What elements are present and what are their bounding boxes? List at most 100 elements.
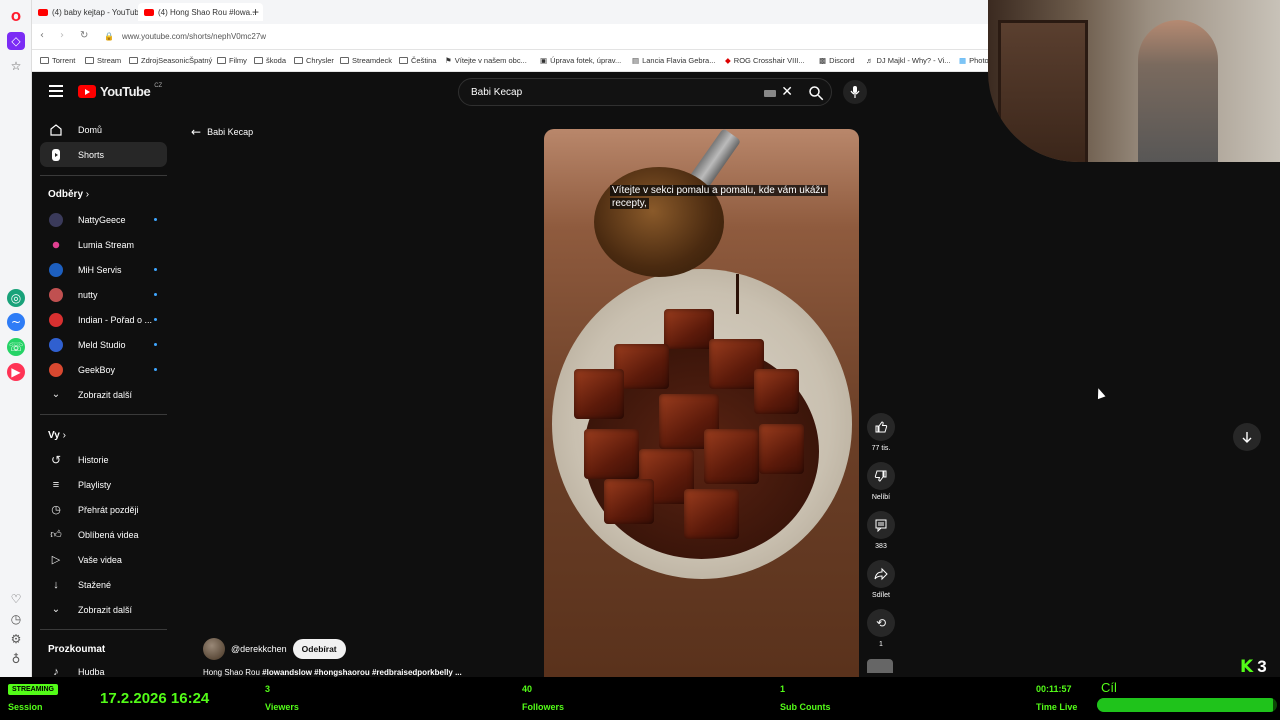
- opera-logo-icon[interactable]: O: [7, 8, 25, 26]
- playlist-icon: ≡: [52, 478, 60, 491]
- chatgpt-icon[interactable]: ◎: [7, 289, 25, 307]
- sidebar-item-downloads[interactable]: ↓ Stažené: [40, 572, 167, 597]
- share-icon[interactable]: [867, 560, 895, 588]
- bookmark[interactable]: Torrent: [40, 56, 75, 65]
- video-frame-pork: [574, 369, 624, 419]
- history-icon[interactable]: ◷: [7, 610, 25, 628]
- whatsapp-icon[interactable]: ☏: [7, 338, 25, 356]
- sidebar-item-watch-later[interactable]: ◷ Přehrát později: [40, 497, 167, 522]
- remix-icon[interactable]: ⟲: [867, 609, 895, 637]
- sidebar-item-home[interactable]: Domů: [40, 117, 167, 142]
- back-button[interactable]: ← Babi Kecap: [191, 125, 253, 139]
- sidebar-item-liked[interactable]: 👍︎ Oblíbená videa: [40, 522, 167, 547]
- dislike-action[interactable]: Nelíbí: [867, 462, 895, 501]
- video-icon: ▷: [51, 554, 61, 566]
- channel-name[interactable]: @derekkchen: [231, 644, 287, 654]
- bookmark[interactable]: Čeština: [399, 56, 436, 65]
- bookmark[interactable]: ◆ ROG Crosshair VIII...: [725, 56, 805, 65]
- clear-search-icon[interactable]: ✕: [781, 84, 793, 100]
- pinboard-icon[interactable]: ☆: [7, 57, 25, 75]
- next-short-button[interactable]: [1233, 423, 1261, 451]
- workspace-icon[interactable]: ◇: [7, 32, 25, 50]
- followers-value: 40: [522, 684, 533, 694]
- comment-icon[interactable]: [867, 511, 895, 539]
- search-icon[interactable]: [807, 84, 825, 102]
- webcam-streamer: [1138, 20, 1218, 162]
- comment-action[interactable]: 383: [867, 511, 895, 550]
- sidebar-sub-mih[interactable]: MiH Servis: [40, 257, 167, 282]
- tab-baby-kejtap[interactable]: (4) baby kejtap - YouTube: [32, 3, 149, 21]
- you-header[interactable]: Vy ›: [48, 430, 66, 441]
- divider: [40, 175, 167, 176]
- settings-icon[interactable]: ⚙: [7, 630, 25, 648]
- search-box[interactable]: Babi Kecap ✕: [458, 78, 832, 106]
- keyboard-icon[interactable]: [764, 90, 776, 97]
- messenger-icon[interactable]: ~: [7, 313, 25, 331]
- divider: [40, 629, 167, 630]
- show-more-subscriptions[interactable]: ⌄ Zobrazit další: [40, 382, 167, 407]
- time-live-value: 00:11:57: [1036, 684, 1072, 694]
- back-arrow-icon[interactable]: ‹: [40, 30, 44, 41]
- subscriptions-header[interactable]: Odběry ›: [48, 189, 89, 200]
- bookmark[interactable]: ▣ Úprava fotek, úprav...: [540, 56, 621, 65]
- new-tab-button[interactable]: +: [246, 3, 265, 21]
- thumb-up-icon[interactable]: [867, 413, 895, 441]
- bookmark[interactable]: ♬ DJ Majkl - Why? - Vi...: [866, 56, 951, 65]
- folder-icon: [40, 57, 49, 64]
- shorts-video-player[interactable]: Vítejte v sekci pomalu a pomalu, kde vám…: [544, 129, 859, 677]
- sound-thumbnail-icon: [867, 659, 893, 673]
- video-frame-pork: [704, 429, 759, 484]
- bookmark[interactable]: ▦ Photo: [959, 56, 989, 65]
- bookmark[interactable]: Chrysler: [294, 56, 334, 65]
- thumb-down-icon[interactable]: [867, 462, 895, 490]
- sidebar-sub-lumia[interactable]: Lumia Stream: [40, 232, 167, 257]
- heart-icon[interactable]: ♡: [7, 590, 25, 608]
- menu-icon[interactable]: [49, 85, 63, 97]
- history-icon: ↺: [50, 452, 62, 467]
- youtube-logo[interactable]: YouTube CZ: [78, 83, 162, 99]
- sidebar-item-playlists[interactable]: ≡ Playlisty: [40, 472, 167, 497]
- sidebar-sub-nattygeece[interactable]: NattyGeece: [40, 207, 167, 232]
- sidebar-item-music[interactable]: ♪ Hudba: [40, 659, 167, 678]
- subscribe-button[interactable]: Odebírat: [292, 639, 346, 659]
- sound-thumbnail[interactable]: [867, 659, 895, 673]
- video-frame-pork: [584, 429, 639, 479]
- sidebar-sub-geekboy[interactable]: GeekBoy: [40, 357, 167, 382]
- channel-avatar[interactable]: [203, 638, 225, 660]
- video-title[interactable]: Hong Shao Rou #lowandslow #hongshaorou #…: [203, 668, 462, 677]
- bookmark[interactable]: Stream: [85, 56, 121, 65]
- video-frame-pork: [754, 369, 799, 414]
- share-action[interactable]: Sdílet: [867, 560, 895, 599]
- forward-arrow-icon[interactable]: ›: [60, 30, 64, 41]
- remix-action[interactable]: ⟲ 1: [867, 609, 895, 648]
- arrow-down-icon: [1242, 432, 1252, 443]
- bookmark[interactable]: Filmy: [217, 56, 247, 65]
- bookmark[interactable]: ▤ Lancia Flavia Gebra...: [632, 56, 715, 65]
- goal-label: Cíl: [1101, 680, 1117, 695]
- sidebar-sub-meld[interactable]: Meld Studio: [40, 332, 167, 357]
- bookmark[interactable]: škoda: [254, 56, 286, 65]
- tab-hong-shao-rou[interactable]: (4) Hong Shao Rou #lowa...: [138, 3, 263, 21]
- session-label: Session: [8, 702, 43, 712]
- clock-icon: ◷: [51, 504, 61, 516]
- url-field[interactable]: www.youtube.com/shorts/nephV0mc27w: [122, 32, 266, 41]
- mic-icon[interactable]: [843, 80, 867, 104]
- sidebar-item-your-videos[interactable]: ▷ Vaše videa: [40, 547, 167, 572]
- sidebar-sub-nutty[interactable]: nutty: [40, 282, 167, 307]
- reload-icon[interactable]: ↻: [80, 30, 88, 41]
- sidebar-sub-indian[interactable]: Indian - Pořad o ...: [40, 307, 167, 332]
- avatar: [49, 262, 63, 277]
- show-more-you[interactable]: ⌄ Zobrazit další: [40, 597, 167, 622]
- stream-stats-bar: STREAMING Session 17.2.2026 16:24 3 View…: [0, 677, 1280, 720]
- bookmark[interactable]: Streamdeck: [340, 56, 392, 65]
- bookmark[interactable]: ZdrojSeasonicŠpatný: [129, 56, 212, 65]
- sidebar-item-history[interactable]: ↺ Historie: [40, 447, 167, 472]
- bookmark[interactable]: ⚑ Vítejte v našem obc...: [445, 56, 527, 65]
- like-action[interactable]: 77 tis.: [867, 413, 895, 452]
- divider: [40, 414, 167, 415]
- bookmark[interactable]: ▩ Discord: [819, 56, 855, 65]
- search-input[interactable]: Babi Kecap: [471, 87, 522, 98]
- lightbulb-icon[interactable]: ♁: [7, 650, 25, 668]
- music-player-icon[interactable]: ▶: [7, 363, 25, 381]
- sidebar-item-shorts[interactable]: Shorts: [40, 142, 167, 167]
